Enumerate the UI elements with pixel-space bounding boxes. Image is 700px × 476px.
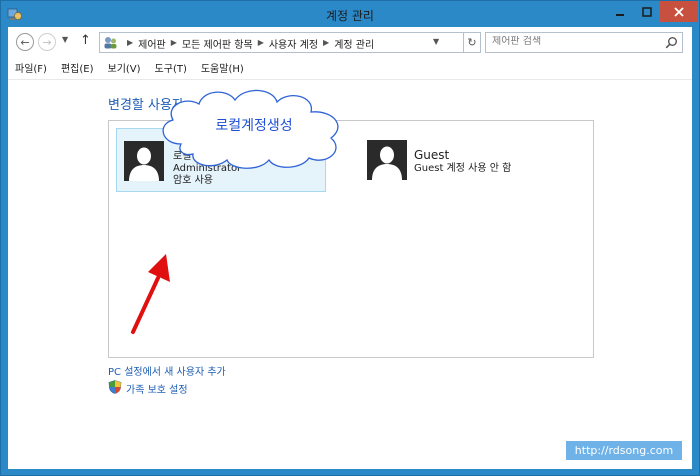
search-input[interactable] [492,36,652,47]
arrow-up-icon: ↑ [80,33,91,48]
close-icon [674,6,684,17]
search-box[interactable] [485,32,683,53]
up-button[interactable]: ↑ [80,33,91,48]
user-avatar-icon [367,140,407,180]
breadcrumb-item[interactable]: 사용자 계정 [269,36,318,51]
menu-bar: 파일(F) 편집(E) 보기(V) 도구(T) 도움말(H) [8,57,692,77]
breadcrumb-item[interactable]: 모든 제어판 항목 [182,36,253,51]
arrow-left-icon: ← [20,35,30,49]
menu-tools[interactable]: 도구(T) [148,57,194,77]
watermark-badge: http://rdsong.com [566,441,682,460]
arrow-right-icon: → [42,35,52,49]
recent-locations-button[interactable]: ▼ [62,35,68,44]
title-bar[interactable]: 계정 관리 [1,1,699,27]
account-info: Guest Guest 계정 사용 안 함 [414,148,511,175]
back-button[interactable]: ← [16,33,34,51]
shield-icon [108,380,122,394]
breadcrumb: ▶ 제어판 ▶ 모든 제어판 항목 ▶ 사용자 계정 ▶ 계정 관리 [122,36,374,51]
close-button[interactable] [660,1,698,22]
menu-view[interactable]: 보기(V) [101,57,148,77]
breadcrumb-item[interactable]: 계정 관리 [334,36,374,51]
account-status: Guest 계정 사용 안 함 [414,163,512,174]
account-tile-guest[interactable]: Guest Guest 계정 사용 안 함 [364,128,574,192]
refresh-icon: ↻ [467,36,477,49]
add-user-link[interactable]: PC 설정에서 새 사용자 추가 [108,363,226,378]
maximize-icon [641,6,652,17]
breadcrumb-separator-icon: ▶ [257,38,264,47]
window-title: 계정 관리 [326,9,374,23]
explorer-client: ← → ▼ ↑ ▶ 제어판 ▶ 모든 제어판 항목 ▶ 사용자 계정 ▶ 계정 … [8,27,692,469]
minimize-button[interactable] [606,1,633,22]
search-icon[interactable] [665,36,678,49]
minimize-icon [615,13,624,16]
callout-text: 로컬계정생성 [215,118,293,134]
chevron-down-icon: ▼ [433,37,440,46]
address-dropdown-button[interactable]: ▼ [433,37,439,46]
forward-button[interactable]: → [38,33,56,51]
user-accounts-icon [104,37,117,49]
family-safety-link[interactable]: 가족 보호 설정 [126,381,188,396]
breadcrumb-separator-icon: ▶ [323,38,330,47]
account-name: Guest [414,148,450,162]
navigation-bar: ← → ▼ ↑ ▶ 제어판 ▶ 모든 제어판 항목 ▶ 사용자 계정 ▶ 계정 … [8,27,692,57]
chevron-down-icon: ▼ [62,35,69,44]
menu-help[interactable]: 도움말(H) [194,57,251,77]
maximize-button[interactable] [633,1,660,22]
breadcrumb-separator-icon: ▶ [127,38,134,47]
account-status: 암호 사용 [173,175,213,186]
menu-edit[interactable]: 편집(E) [54,57,101,77]
address-field[interactable]: ▶ 제어판 ▶ 모든 제어판 항목 ▶ 사용자 계정 ▶ 계정 관리 ▼ [99,32,481,53]
red-arrow-annotation [131,254,170,334]
callout-cloud: 로컬계정생성 [151,82,357,170]
menu-file[interactable]: 파일(F) [8,57,54,77]
refresh-button[interactable]: ↻ [463,32,481,53]
breadcrumb-separator-icon: ▶ [170,38,177,47]
breadcrumb-item[interactable]: 제어판 [138,36,166,51]
window-frame: 계정 관리 ← → ▼ ↑ ▶ 제어판 ▶ 모든 제어판 항목 ▶ 사용자 계정… [0,0,700,476]
